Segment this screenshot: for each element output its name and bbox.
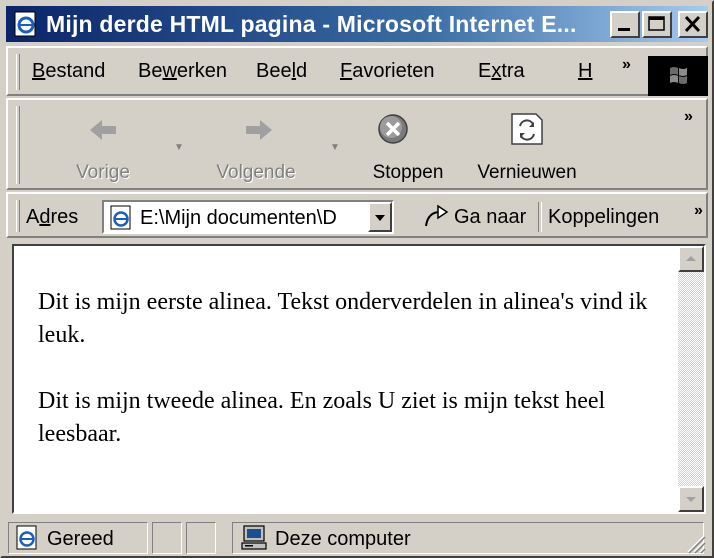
standard-toolbar: Vorige ▼ Volgende ▼ Stoppen Vernieuwen »	[6, 98, 708, 190]
paragraph-2: Dit is mijn tweede alinea. En zoals U zi…	[38, 388, 606, 447]
refresh-label: Vernieuwen	[477, 162, 577, 183]
menu-extra[interactable]: Extra	[478, 60, 525, 83]
minimize-icon	[618, 28, 630, 31]
chevron-up-icon	[686, 256, 696, 261]
address-label-accel: d	[39, 206, 51, 228]
zone-panel: Deze computer	[232, 522, 704, 554]
ie-page-icon	[16, 525, 37, 550]
menu-bewerken-accel: w	[162, 60, 177, 82]
chevron-down-icon	[686, 497, 696, 502]
address-value[interactable]: E:\Mijn documenten\D	[140, 207, 337, 230]
zone-text: Deze computer	[275, 528, 411, 550]
page-content: Dit is mijn eerste alinea. Tekst onderve…	[14, 246, 678, 512]
stop-button[interactable]: Stoppen	[358, 108, 458, 188]
browser-window: Mijn derde HTML pagina - Microsoft Inter…	[0, 0, 714, 558]
minimize-button[interactable]	[610, 11, 640, 38]
page-viewport: Dit is mijn eerste alinea. Tekst onderve…	[12, 244, 706, 514]
go-button[interactable]: Ga naar	[418, 202, 530, 232]
address-input[interactable]: E:\Mijn documenten\D	[102, 200, 394, 234]
menu-bewerken[interactable]: Bewerken	[138, 60, 227, 83]
scroll-track[interactable]	[678, 272, 704, 486]
forward-arrow-icon	[246, 120, 272, 140]
back-arrow-icon	[90, 120, 116, 140]
back-button[interactable]: Vorige	[48, 108, 158, 188]
menu-bar: Bestand Bewerken Beeld Favorieten Extra …	[6, 46, 708, 96]
stop-icon	[378, 114, 408, 144]
paragraph-1: Dit is mijn eerste alinea. Tekst onderve…	[38, 289, 648, 348]
menu-beeld-label: d	[296, 60, 308, 82]
back-label: Vorige	[76, 162, 130, 183]
menu-favorieten[interactable]: Favorieten	[340, 60, 435, 83]
address-dropdown-button[interactable]	[368, 202, 392, 232]
status-bar: Gereed Deze computer	[6, 520, 708, 556]
status-progress-panel	[152, 522, 182, 554]
resize-grip-icon[interactable]	[684, 532, 706, 554]
status-text: Gereed	[47, 528, 114, 550]
menu-extra-accel: x	[491, 60, 502, 82]
menu-beeld-pre: Bee	[256, 60, 292, 82]
computer-icon	[241, 525, 267, 550]
menu-favorieten-accel: F	[340, 60, 353, 82]
address-label: Adres	[26, 206, 78, 229]
links-overflow-chevron[interactable]: »	[694, 202, 703, 220]
ie-page-icon	[14, 11, 36, 37]
close-button[interactable]	[678, 11, 708, 38]
menu-bestand-accel: B	[32, 60, 46, 82]
vertical-scrollbar[interactable]	[678, 246, 704, 512]
ie-page-icon	[110, 205, 131, 230]
menu-help[interactable]: H	[578, 60, 592, 83]
back-dropdown-arrow[interactable]: ▼	[174, 142, 184, 153]
menu-bewerken-pre: Be	[138, 60, 163, 82]
maximize-button[interactable]	[642, 11, 672, 38]
menu-overflow-chevron[interactable]: »	[622, 56, 631, 74]
forward-dropdown-arrow[interactable]: ▼	[330, 142, 340, 153]
links-button[interactable]: Koppelingen	[548, 206, 659, 229]
refresh-button[interactable]: Vernieuwen	[462, 108, 592, 188]
menu-bestand-label: estand	[45, 60, 106, 82]
address-bar: Adres E:\Mijn documenten\D Ga naar Koppe…	[6, 192, 708, 238]
address-grip[interactable]	[16, 200, 20, 232]
menu-help-accel: H	[578, 60, 593, 82]
forward-button[interactable]: Volgende	[196, 108, 316, 188]
toolbar-grip[interactable]	[16, 106, 20, 184]
forward-label: Volgende	[216, 162, 296, 183]
menu-beeld[interactable]: Beeld	[256, 60, 307, 83]
window-title: Mijn derde HTML pagina - Microsoft Inter…	[46, 11, 577, 37]
menu-bestand[interactable]: Bestand	[32, 60, 105, 83]
menu-grip[interactable]	[16, 54, 20, 90]
scroll-up-button[interactable]	[678, 246, 704, 272]
menu-bewerken-label: erken	[176, 60, 227, 82]
status-panel: Gereed	[8, 522, 148, 554]
menu-extra-label: tra	[501, 60, 525, 82]
close-icon	[684, 15, 701, 33]
go-arrow-icon	[425, 204, 449, 227]
chevron-down-icon	[375, 215, 385, 221]
links-separator	[538, 202, 542, 232]
refresh-icon	[511, 113, 543, 145]
maximize-icon	[648, 16, 665, 31]
address-label-pre: A	[26, 206, 40, 228]
stop-label: Stoppen	[372, 162, 444, 183]
address-label-rest: res	[50, 206, 79, 228]
status-secure-panel	[186, 522, 216, 554]
toolbar-overflow-chevron[interactable]: »	[684, 108, 693, 126]
windows-flag-icon	[670, 67, 687, 84]
windows-logo-throbber	[648, 56, 708, 96]
go-label: Ga naar	[454, 206, 527, 228]
menu-extra-pre: E	[478, 60, 492, 82]
title-bar[interactable]: Mijn derde HTML pagina - Microsoft Inter…	[6, 6, 708, 42]
scroll-down-button[interactable]	[678, 486, 704, 512]
menu-favorieten-label: avorieten	[352, 60, 435, 82]
